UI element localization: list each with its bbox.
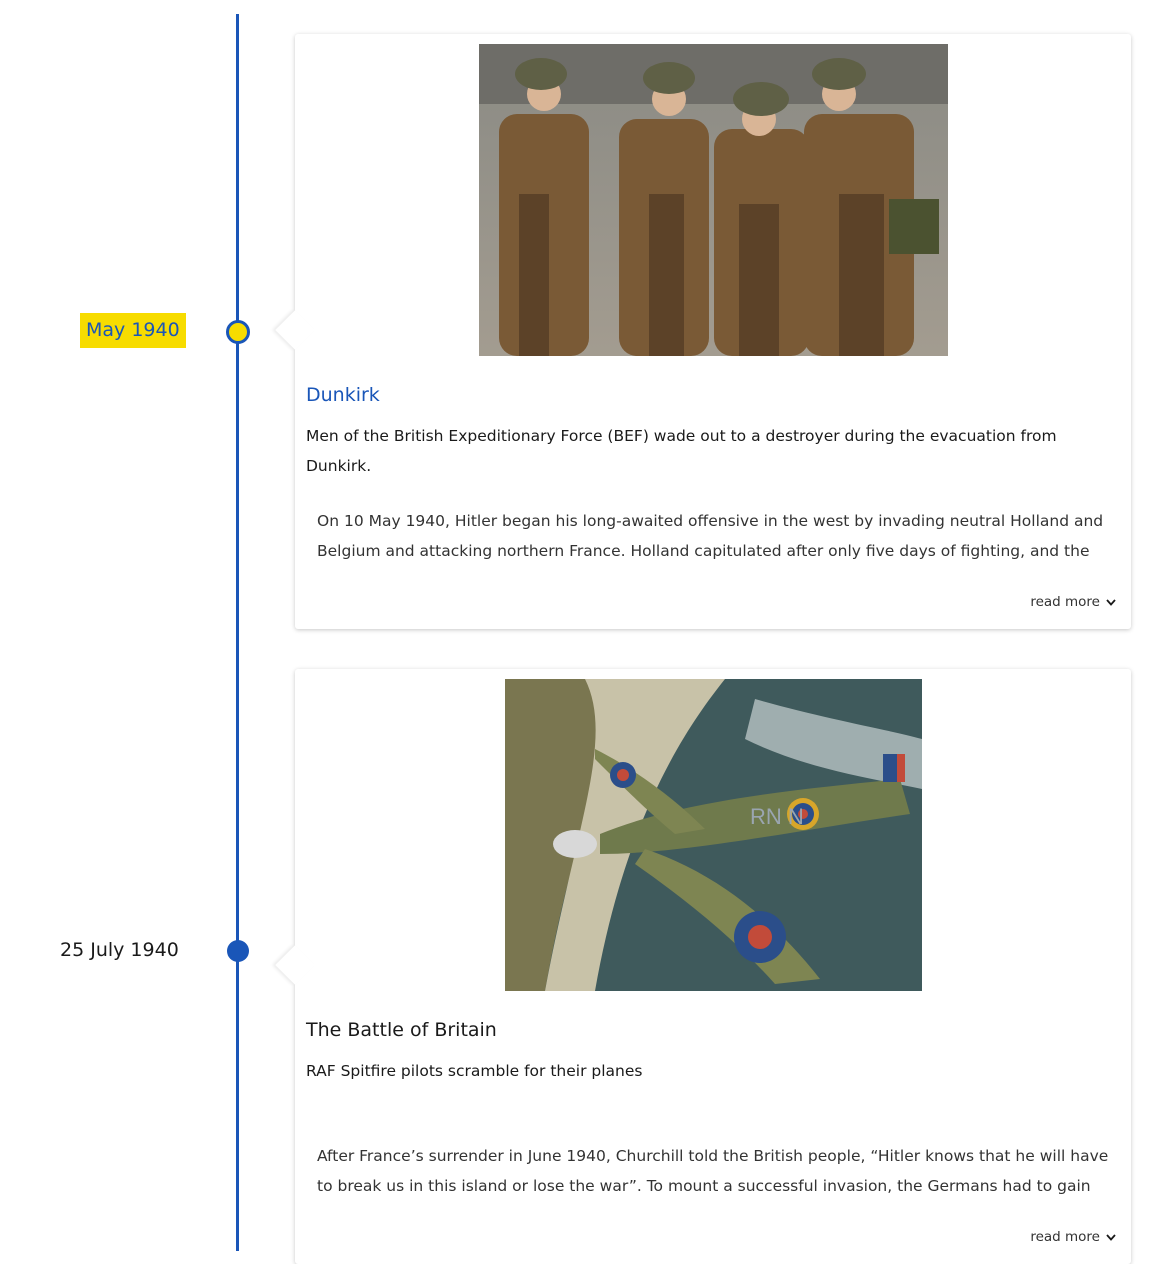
card-caption: Men of the British Expeditionary Force (… xyxy=(306,427,1057,475)
chevron-down-icon xyxy=(1106,1234,1116,1241)
card-title[interactable]: Dunkirk xyxy=(306,384,380,406)
timeline-card-dunkirk: Dunkirk Men of the British Expeditionary… xyxy=(295,34,1131,629)
card-title[interactable]: The Battle of Britain xyxy=(306,1019,497,1041)
spitfire-photo: RN N xyxy=(505,679,922,991)
read-more-label: read more xyxy=(1030,594,1100,610)
card-caption: RAF Spitfire pilots scramble for their p… xyxy=(306,1062,643,1080)
timeline-dot-active[interactable] xyxy=(226,320,250,344)
timeline-line xyxy=(236,14,239,1251)
timeline-date-may-1940[interactable]: May 1940 xyxy=(80,313,186,348)
card-excerpt: On 10 May 1940, Hitler began his long-aw… xyxy=(317,512,1104,560)
read-more-button[interactable]: read more xyxy=(1030,1229,1117,1245)
chevron-down-icon xyxy=(1106,599,1116,606)
read-more-button[interactable]: read more xyxy=(1030,594,1117,610)
timeline-card-battle-of-britain: RN N The Battle of Britain RAF Spitfire … xyxy=(295,669,1131,1264)
timeline-dot[interactable] xyxy=(227,940,249,962)
soldiers-photo xyxy=(479,44,948,356)
plane-marking: RN N xyxy=(750,804,804,829)
timeline-date-25-july-1940[interactable]: 25 July 1940 xyxy=(54,933,185,968)
card-excerpt: After France’s surrender in June 1940, C… xyxy=(317,1147,1109,1195)
read-more-label: read more xyxy=(1030,1229,1100,1245)
